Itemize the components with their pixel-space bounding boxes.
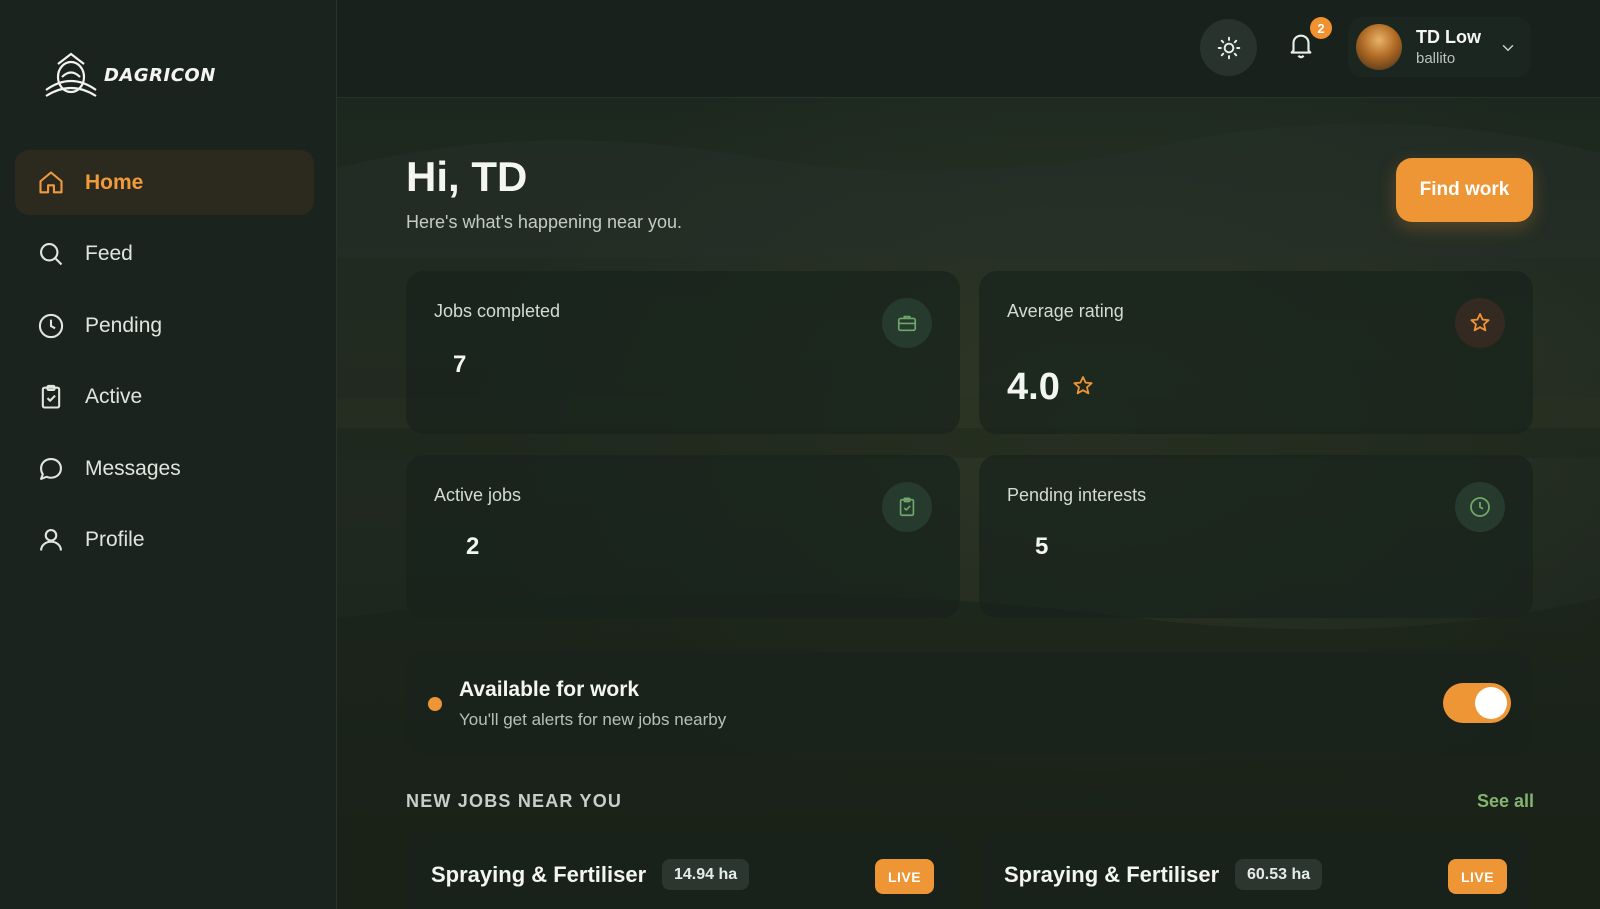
stat-icon-badge: [1455, 482, 1505, 532]
stat-value: 2: [466, 533, 480, 560]
user-location: ballito: [1416, 50, 1456, 67]
user-name: TD Low: [1416, 27, 1481, 47]
sidebar-item-active[interactable]: Active: [15, 365, 314, 430]
stat-icon-badge: [882, 298, 932, 348]
sidebar: DAGRICON Home Feed Pending Active Messag…: [0, 0, 337, 909]
clipboard-check-icon: [41, 384, 61, 409]
find-work-button[interactable]: Find work: [1396, 158, 1533, 222]
live-badge: LIVE: [1448, 859, 1507, 894]
user-icon: [40, 529, 62, 551]
stat-card-jobs-completed[interactable]: Jobs completed 7: [406, 271, 960, 434]
notification-badge: 2: [1310, 17, 1332, 39]
section-title: NEW JOBS NEAR YOU: [406, 791, 623, 811]
live-badge: LIVE: [875, 859, 934, 894]
sidebar-nav: Home Feed Pending Active Messages Profil…: [15, 150, 314, 579]
briefcase-icon: [897, 315, 917, 332]
stat-label: Average rating: [1007, 301, 1124, 321]
job-area-badge: 60.53 ha: [1235, 859, 1323, 890]
stat-label: Jobs completed: [434, 301, 561, 321]
sidebar-item-label: Pending: [85, 313, 163, 337]
stat-icon-badge: [1455, 298, 1505, 348]
sidebar-item-label: Active: [85, 385, 143, 408]
stat-value: 4.0: [1007, 366, 1060, 408]
brand-logo[interactable]: DAGRICON: [42, 50, 216, 100]
sidebar-item-pending[interactable]: Pending: [15, 293, 314, 358]
sidebar-item-messages[interactable]: Messages: [15, 436, 314, 501]
stat-card-average-rating[interactable]: Average rating 4.0: [979, 271, 1533, 434]
brand-name: DAGRICON: [104, 64, 216, 86]
job-title: Spraying & Fertiliser: [431, 862, 647, 887]
stat-value: 7: [453, 351, 467, 378]
dagricon-logo-icon: [45, 52, 97, 97]
availability-toggle[interactable]: [1443, 683, 1511, 723]
stat-card-active-jobs[interactable]: Active jobs 2: [406, 455, 960, 618]
sidebar-item-label: Home: [85, 170, 144, 194]
see-all-link[interactable]: See all: [1477, 791, 1534, 812]
sidebar-item-profile[interactable]: Profile: [15, 508, 314, 573]
user-info: TD Low ballito: [1416, 27, 1481, 67]
stat-icon-badge: [882, 482, 932, 532]
page-title: Hi, TD: [406, 153, 528, 200]
user-menu[interactable]: TD Low ballito: [1348, 17, 1531, 77]
star-icon: [1470, 313, 1490, 332]
page-subtitle: Here's what's happening near you.: [406, 212, 683, 232]
toggle-knob: [1475, 687, 1507, 719]
sidebar-item-feed[interactable]: Feed: [15, 222, 314, 287]
search-icon: [40, 243, 63, 266]
home-icon: [39, 170, 63, 193]
stat-label: Pending interests: [1007, 485, 1147, 505]
chevron-down-icon: [1502, 45, 1514, 52]
clock-icon: [1470, 497, 1490, 517]
stat-label: Active jobs: [434, 485, 522, 505]
sidebar-item-label: Feed: [85, 242, 133, 265]
job-card[interactable]: Spraying & Fertiliser 14.94 ha LIVE: [406, 833, 960, 909]
job-card[interactable]: Spraying & Fertiliser 60.53 ha LIVE: [979, 833, 1533, 909]
stat-value: 5: [1035, 533, 1049, 560]
job-title: Spraying & Fertiliser: [1004, 862, 1220, 887]
clipboard-check-icon: [899, 497, 915, 517]
availability-title: Available for work: [459, 678, 640, 701]
clock-icon: [38, 313, 64, 338]
sidebar-item-home[interactable]: Home: [15, 150, 314, 215]
stat-card-pending-interests[interactable]: Pending interests 5: [979, 455, 1533, 618]
availability-status-dot: [428, 697, 442, 711]
star-icon: [1073, 376, 1093, 395]
sun-icon: [1217, 36, 1240, 59]
avatar: [1356, 24, 1402, 70]
availability-subtitle: You'll get alerts for new jobs nearby: [459, 710, 727, 729]
chat-bubble-icon: [40, 457, 62, 480]
sidebar-item-label: Messages: [85, 456, 181, 480]
job-area-badge: 14.94 ha: [662, 859, 750, 890]
availability-card: Available for work You'll get alerts for…: [406, 652, 1533, 754]
theme-toggle-button[interactable]: [1200, 19, 1257, 76]
sidebar-item-label: Profile: [85, 528, 145, 551]
